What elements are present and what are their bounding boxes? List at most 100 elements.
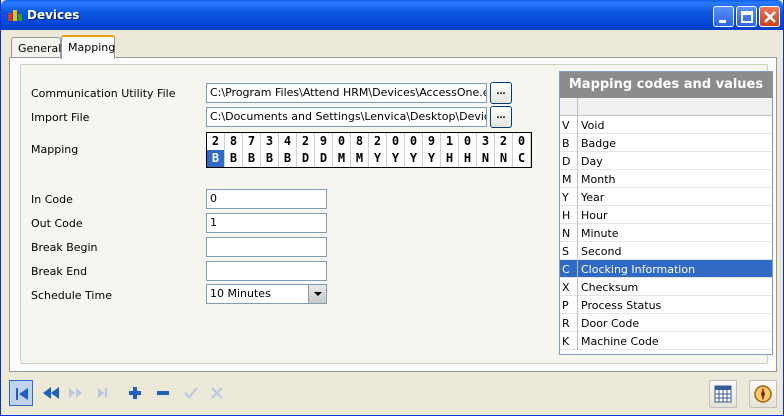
previous-record-icon [43, 387, 59, 399]
mapping-code-cell[interactable]: B [225, 150, 243, 167]
mapping-digit-cell[interactable]: 0 [405, 133, 423, 150]
last-record-button[interactable] [93, 380, 117, 406]
mapping-digit-cell[interactable]: 9 [423, 133, 441, 150]
code-key-cell: B [560, 134, 578, 152]
code-value-cell: Month [581, 173, 616, 186]
mapping-digit-cell[interactable]: 3 [261, 133, 279, 150]
confirm-button[interactable] [179, 380, 203, 406]
title-bar[interactable]: Devices [1, 0, 783, 30]
mapping-digit-cell[interactable]: 4 [279, 133, 297, 150]
mapping-digit-cell[interactable]: 3 [477, 133, 495, 150]
table-row[interactable]: S Second [560, 242, 772, 260]
minimize-button[interactable] [713, 6, 734, 27]
mapping-code-cell[interactable]: B [261, 150, 279, 167]
devices-window: Devices General Mapping Communication Ut… [0, 0, 784, 416]
mapping-digit-cell[interactable]: 0 [459, 133, 477, 150]
code-value-cell: Badge [581, 137, 617, 150]
mapping-digit-cell[interactable]: 2 [207, 133, 225, 150]
mapping-digit-cell[interactable]: 2 [369, 133, 387, 150]
schedule-time-dropdown-button[interactable] [308, 285, 326, 303]
comm-utility-field[interactable]: C:\Program Files\Attend HRM\Devices\Acce… [206, 83, 487, 103]
mapping-code-cell[interactable]: H [459, 150, 477, 167]
mapping-digit-cell[interactable]: 7 [243, 133, 261, 150]
table-row[interactable]: Y Year [560, 188, 772, 206]
mapping-digit-cell[interactable]: 1 [441, 133, 459, 150]
first-record-icon [16, 388, 28, 400]
mapping-digit-cell[interactable]: 9 [315, 133, 333, 150]
first-record-button[interactable] [9, 380, 33, 406]
code-key-cell: N [560, 224, 578, 242]
mapping-code-cell[interactable]: D [297, 150, 315, 167]
import-file-label: Import File [31, 111, 90, 124]
next-record-icon [69, 388, 82, 398]
mapping-code-cell[interactable]: B [279, 150, 297, 167]
table-row[interactable]: N Minute [560, 224, 772, 242]
mapping-code-cell[interactable]: B [243, 150, 261, 167]
mapping-digit-cell[interactable]: 2 [297, 133, 315, 150]
table-row[interactable]: P Process Status [560, 296, 772, 314]
in-code-label: In Code [31, 193, 73, 206]
out-code-field[interactable]: 1 [206, 213, 327, 233]
mapping-digit-cell[interactable]: 8 [351, 133, 369, 150]
break-end-field[interactable] [206, 261, 327, 281]
mapping-code-cell[interactable]: N [477, 150, 495, 167]
close-button[interactable] [759, 6, 780, 27]
mapping-code-cell[interactable]: Y [369, 150, 387, 167]
compass-icon [754, 385, 772, 403]
table-row[interactable]: B Badge [560, 134, 772, 152]
previous-record-button[interactable] [39, 380, 63, 406]
schedule-time-label: Schedule Time [31, 289, 112, 302]
close-icon [764, 11, 776, 23]
import-file-field[interactable]: C:\Documents and Settings\Lenvica\Deskto… [206, 107, 487, 127]
table-row[interactable]: M Month [560, 170, 772, 188]
table-row[interactable]: H Hour [560, 206, 772, 224]
tab-mapping[interactable]: Mapping [61, 35, 115, 59]
code-value-cell: Checksum [581, 281, 639, 294]
mapping-grid[interactable]: 287342908200910320BBBBBDDMMYYYYHHNNC [206, 132, 532, 168]
mapping-code-cell[interactable]: N [495, 150, 513, 167]
code-key-cell: X [560, 278, 578, 296]
next-record-button[interactable] [65, 380, 89, 406]
table-row[interactable]: R Door Code [560, 314, 772, 332]
mapping-code-cell[interactable]: Y [387, 150, 405, 167]
mapping-code-cell[interactable]: Y [405, 150, 423, 167]
mapping-digit-cell[interactable]: 8 [225, 133, 243, 150]
last-record-icon [98, 388, 107, 398]
add-icon [129, 387, 141, 399]
mapping-label: Mapping [31, 143, 79, 156]
remove-button[interactable] [151, 380, 175, 406]
code-value-cell: Clocking Information [581, 263, 696, 276]
mapping-code-cell[interactable]: M [333, 150, 351, 167]
mapping-code-cell[interactable]: H [441, 150, 459, 167]
out-code-label: Out Code [31, 217, 83, 230]
add-button[interactable] [123, 380, 147, 406]
table-row[interactable]: D Day [560, 152, 772, 170]
calendar-button[interactable] [709, 380, 737, 408]
mapping-code-cell[interactable]: Y [423, 150, 441, 167]
table-row[interactable]: K Machine Code [560, 332, 772, 350]
table-row[interactable]: C Clocking Information [560, 260, 772, 278]
comm-utility-browse-button[interactable]: ... [490, 82, 512, 104]
import-file-browse-button[interactable]: ... [490, 106, 512, 128]
mapping-code-cell[interactable]: C [513, 150, 531, 167]
in-code-field[interactable]: 0 [206, 189, 327, 209]
mapping-code-cell[interactable]: B [207, 150, 225, 167]
break-begin-field[interactable] [206, 237, 327, 257]
app-icon [8, 10, 22, 21]
mapping-code-cell[interactable]: M [351, 150, 369, 167]
tab-general[interactable]: General [11, 37, 61, 58]
mapping-digit-cell[interactable]: 2 [495, 133, 513, 150]
mapping-digit-cell[interactable]: 0 [387, 133, 405, 150]
maximize-button[interactable] [736, 6, 757, 27]
code-value-cell: Process Status [581, 299, 662, 312]
compass-button[interactable] [749, 380, 777, 408]
mapping-code-cell[interactable]: D [315, 150, 333, 167]
code-value-cell: Machine Code [581, 335, 659, 348]
table-row[interactable]: V Void [560, 116, 772, 134]
mapping-digit-cell[interactable]: 0 [333, 133, 351, 150]
table-row[interactable]: X Checksum [560, 278, 772, 296]
schedule-time-value: 10 Minutes [210, 287, 271, 300]
code-key-cell: S [560, 242, 578, 260]
mapping-digit-cell[interactable]: 0 [513, 133, 531, 150]
cancel-button[interactable] [205, 380, 229, 406]
